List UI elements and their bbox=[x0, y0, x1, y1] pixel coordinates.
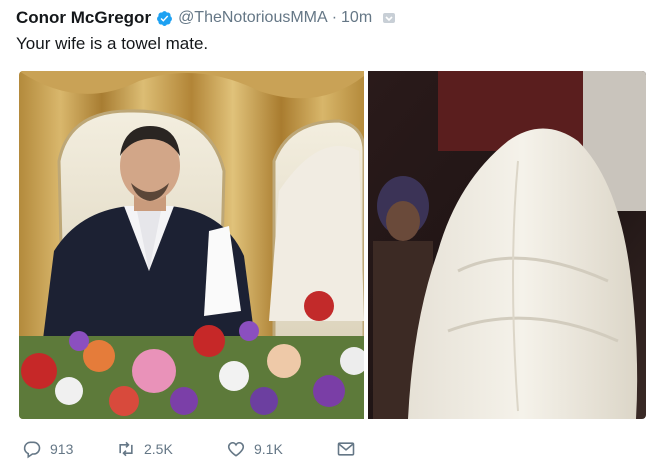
photo-groom-at-wedding[interactable] bbox=[19, 71, 364, 419]
tweet-media[interactable] bbox=[19, 71, 646, 419]
tweet-action-bar: 913 2.5K 9.1K bbox=[22, 435, 366, 463]
chevron-down-icon[interactable] bbox=[382, 11, 396, 25]
header-separator: · bbox=[331, 9, 338, 26]
retweet-button[interactable]: 2.5K bbox=[116, 439, 226, 459]
verified-badge-icon bbox=[156, 10, 173, 27]
retweet-count: 2.5K bbox=[144, 441, 173, 457]
reply-button[interactable]: 913 bbox=[22, 439, 116, 459]
author-handle[interactable]: @TheNotoriousMMA bbox=[178, 9, 328, 27]
tweet-header: Conor McGregor @TheNotoriousMMA · 10m bbox=[16, 7, 396, 29]
reply-count: 913 bbox=[50, 441, 74, 457]
tweet-text: Your wife is a towel mate. bbox=[16, 34, 209, 53]
heart-icon bbox=[227, 441, 245, 457]
photo-veiled-bride[interactable] bbox=[368, 71, 646, 419]
like-button[interactable]: 9.1K bbox=[226, 439, 336, 459]
direct-message-button[interactable] bbox=[336, 439, 366, 459]
envelope-icon bbox=[337, 442, 355, 456]
reply-icon bbox=[23, 441, 41, 459]
author-display-name[interactable]: Conor McGregor bbox=[16, 8, 151, 28]
like-count: 9.1K bbox=[254, 441, 283, 457]
tweet-timestamp[interactable]: 10m bbox=[341, 9, 372, 27]
retweet-icon bbox=[119, 441, 133, 457]
